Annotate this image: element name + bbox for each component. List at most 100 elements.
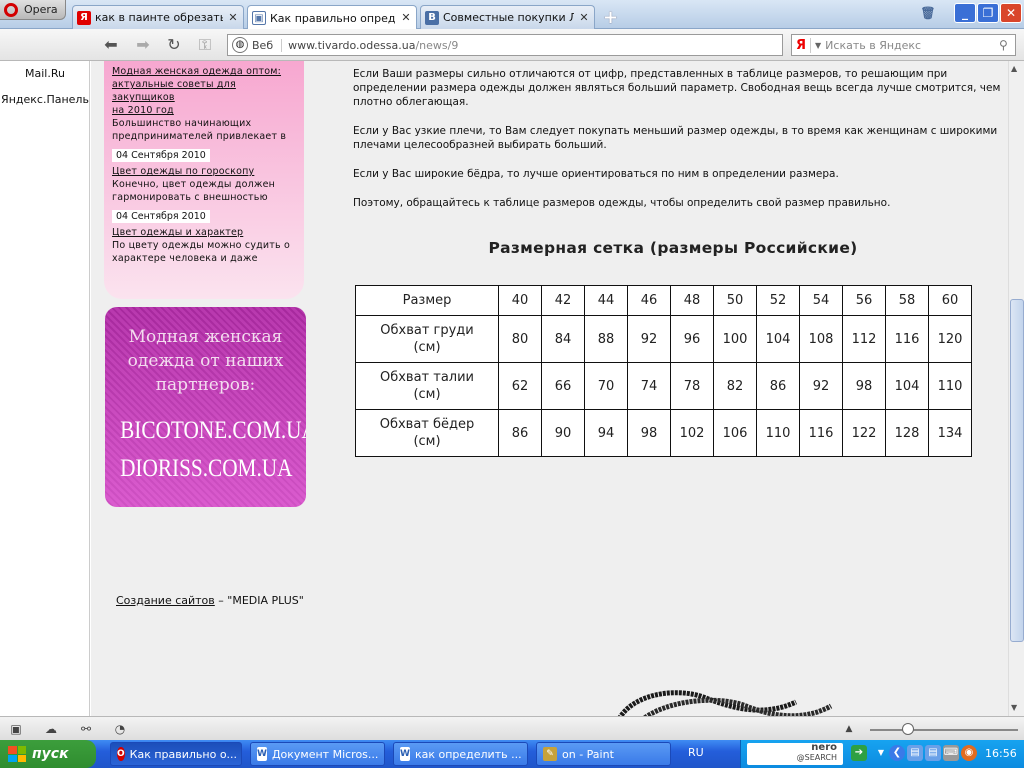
address-mode-label: Веб — [252, 38, 283, 52]
scroll-up-arrow-icon[interactable]: ▲ — [1011, 64, 1017, 73]
news-item: Модная женская одежда оптом: актуальные … — [112, 61, 296, 143]
size-header-cell: 46 — [627, 285, 671, 316]
nero-search-box[interactable]: nero @SEARCH — [747, 743, 843, 765]
promo-site-dioriss[interactable]: DIORISS.COM.UA — [120, 455, 292, 483]
scrollbar-thumb[interactable] — [1010, 299, 1024, 642]
size-header-cell: 56 — [842, 285, 886, 316]
key-icon[interactable]: ⚿ — [194, 34, 216, 56]
news-item: 04 Сентября 2010 Цвет одежды и характер … — [112, 204, 296, 265]
measure-cell: 134 — [928, 409, 972, 457]
taskbar-item-word-1[interactable]: W Документ Micros... — [250, 742, 385, 766]
opera-menu-button[interactable]: Opera — [0, 0, 66, 20]
back-arrow-icon[interactable]: ⬅ — [100, 34, 122, 56]
news-title-link[interactable]: Цвет одежды и характер — [112, 226, 296, 239]
news-title-link[interactable]: актуальные советы для закупщиков — [112, 78, 296, 104]
go-arrow-icon[interactable]: ➔ — [851, 745, 867, 761]
opera-icon: O — [117, 747, 125, 761]
tab-vkontakte[interactable]: В Совместные покупки Л... ✕ — [420, 5, 595, 29]
measure-cell: 88 — [584, 315, 628, 363]
zoom-up-arrow-icon[interactable]: ▲ — [841, 721, 857, 737]
measure-cell: 96 — [670, 315, 714, 363]
measure-cell: 98 — [627, 409, 671, 457]
news-item: 04 Сентября 2010 Цвет одежды по гороскоп… — [112, 143, 296, 204]
measure-cell: 92 — [627, 315, 671, 363]
close-tab-icon[interactable]: ✕ — [227, 11, 239, 24]
promo-site-bicotone[interactable]: BICOTONE.COM.UA — [120, 417, 306, 445]
size-header-cell: 60 — [928, 285, 972, 316]
restore-window-button[interactable]: ❐ — [977, 3, 999, 23]
promo-line: партнеров: — [155, 375, 256, 395]
search-placeholder: Искать в Яндекс — [825, 38, 922, 52]
footer-credit-text: – "MEDIA PLUS" — [214, 594, 304, 607]
network-icon-2[interactable]: ▤ — [925, 745, 941, 761]
panel-item-yandex-panel[interactable]: Яндекс.Панель — [0, 93, 90, 106]
size-table-row: Обхват бёдер (см) 86 90 94 98 102 106 110 116 122 1… — [355, 409, 972, 457]
size-header-cell: 40 — [498, 285, 542, 316]
new-tab-plus-icon[interactable]: + — [603, 7, 618, 28]
news-title-link[interactable]: Цвет одежды по гороскопу — [112, 165, 296, 178]
tab-yandex-search[interactable]: Я как в паинте обрезать ... ✕ — [72, 5, 244, 29]
speed-dial-icon[interactable]: ◔ — [112, 721, 128, 737]
close-tab-icon[interactable]: ✕ — [578, 11, 590, 24]
search-engine-dropdown-icon[interactable]: ▼ — [811, 41, 825, 50]
reload-icon[interactable]: ↻ — [163, 34, 185, 56]
row-label-line: Обхват бёдер — [379, 417, 475, 432]
vertical-scrollbar[interactable]: ▲ ▼ — [1008, 61, 1024, 716]
partners-promo-banner[interactable]: Модная женская одежда от наших партнеров… — [105, 307, 306, 507]
news-excerpt: Конечно, цвет одежды должен — [112, 179, 276, 190]
share-icon[interactable]: ⚯ — [78, 721, 94, 737]
shield-icon[interactable]: ◉ — [961, 745, 977, 761]
forward-arrow-icon[interactable]: ➡ — [132, 34, 154, 56]
minimize-window-button[interactable]: _ — [954, 3, 976, 23]
language-indicator[interactable]: RU — [688, 746, 704, 759]
row-label-cell: Размер — [355, 285, 499, 316]
measure-cell: 92 — [799, 362, 843, 410]
search-icon[interactable]: ⚲ — [999, 38, 1015, 52]
scroll-down-arrow-icon[interactable]: ▼ — [1011, 703, 1017, 712]
taskbar-item-opera[interactable]: O Как правильно о... — [110, 742, 242, 766]
taskbar-item-label: как определить ... — [414, 747, 522, 761]
measure-cell: 116 — [885, 315, 929, 363]
clock: 16:56 — [985, 747, 1017, 760]
vkontakte-favicon-icon: В — [425, 10, 439, 25]
site-footer: Создание сайтов – "MEDIA PLUS" — [116, 594, 304, 607]
keyboard-icon[interactable]: ⌨ — [943, 745, 959, 761]
row-label-line: (см) — [413, 387, 441, 402]
start-button[interactable]: пуск — [0, 740, 96, 768]
tab-size-article[interactable]: ▣ Как правильно опреде... ✕ — [247, 5, 417, 30]
tab-title: Как правильно опреде... — [270, 11, 396, 25]
taskbar-item-word-2[interactable]: W как определить ... — [393, 742, 528, 766]
taskbar-item-label: Документ Micros... — [271, 747, 379, 761]
tab-title: Совместные покупки Л... — [443, 11, 574, 24]
row-label-line: Размер — [402, 293, 452, 308]
zoom-slider-knob[interactable] — [902, 723, 914, 735]
footer-credit-link[interactable]: Создание сайтов — [116, 594, 215, 607]
news-title-link[interactable]: Модная женская одежда оптом: — [112, 65, 296, 78]
opera-menu-label: Opera — [24, 3, 58, 16]
size-header-cell: 50 — [713, 285, 757, 316]
panel-toggle-icon[interactable]: ▣ — [8, 721, 24, 737]
network-icon[interactable]: ▤ — [907, 745, 923, 761]
close-window-button[interactable]: ✕ — [1000, 3, 1022, 23]
cloud-icon[interactable]: ☁ — [43, 721, 59, 737]
tab-title: как в паинте обрезать ... — [95, 11, 223, 24]
globe-icon: ◍ — [232, 37, 248, 53]
url-domain: www.tivardo.odessa.ua — [288, 38, 416, 52]
system-tray: nero @SEARCH ➔ ▼ ❮ ▤ ▤ ⌨ ◉ 16:56 — [740, 740, 1024, 768]
panel-item-mailru[interactable]: Mail.Ru — [0, 67, 90, 80]
measure-cell: 62 — [498, 362, 542, 410]
address-field[interactable]: ◍ Веб www.tivardo.odessa.ua/news/9 — [227, 34, 783, 56]
measure-cell: 108 — [799, 315, 843, 363]
taskbar-item-paint[interactable]: ✎ on - Paint — [536, 742, 671, 766]
back-circle-icon[interactable]: ❮ — [889, 745, 905, 761]
news-title-link[interactable]: на 2010 год — [112, 104, 296, 117]
measure-cell: 104 — [756, 315, 800, 363]
yandex-search-field[interactable]: Я ▼ Искать в Яндекс ⚲ — [791, 34, 1016, 56]
trash-icon[interactable]: 🗑 — [917, 3, 939, 23]
size-table-row: Обхват груди (см) 80 84 88 92 96 100 104 108 112 11… — [355, 315, 972, 363]
zoom-slider[interactable] — [870, 729, 1018, 731]
start-label: пуск — [32, 746, 69, 762]
browser-status-bar: ▣ ☁ ⚯ ◔ ▲ — [0, 716, 1024, 740]
tray-expand-icon[interactable]: ▼ — [873, 745, 889, 761]
close-tab-icon[interactable]: ✕ — [400, 12, 412, 24]
